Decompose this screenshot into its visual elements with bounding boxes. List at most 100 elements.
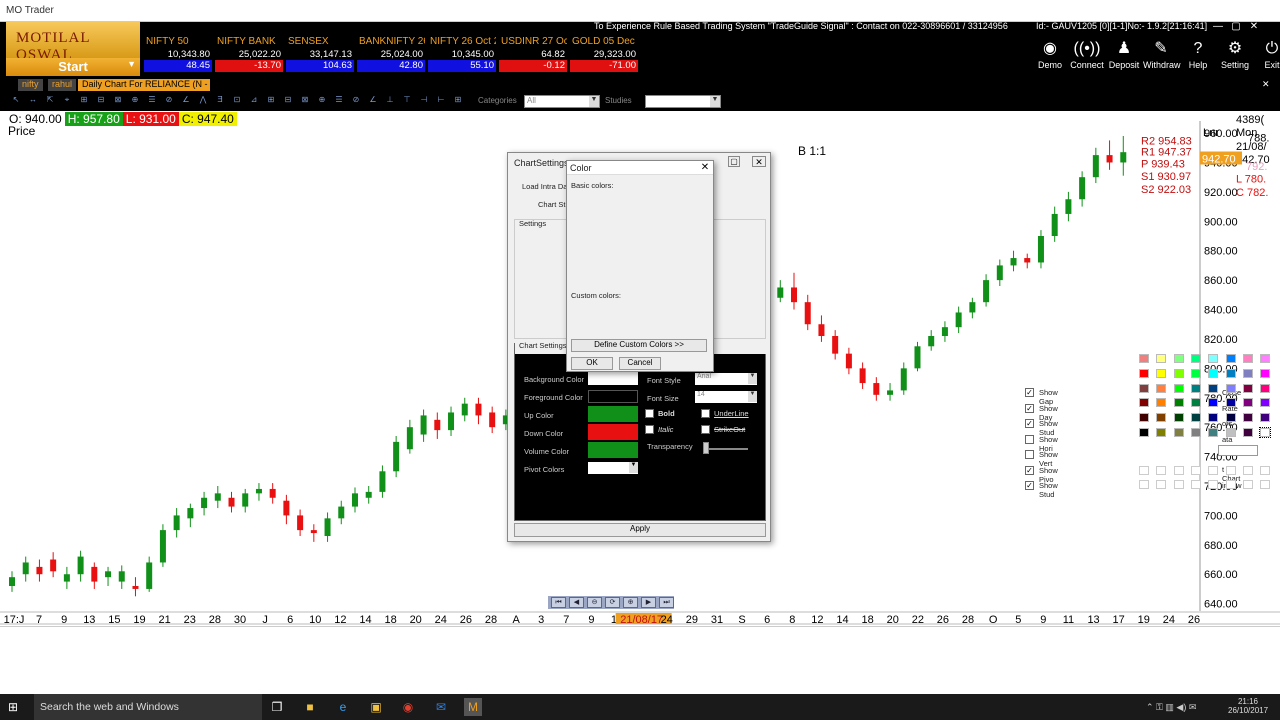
toolbar-tool-icon[interactable]: ☰ bbox=[331, 95, 347, 108]
basic-color-swatch[interactable] bbox=[1208, 368, 1219, 378]
zoom-out-icon[interactable]: ⊖ bbox=[587, 597, 602, 608]
toolbar-tool-icon[interactable]: ⊣ bbox=[416, 95, 432, 108]
custom-color-slot[interactable] bbox=[1225, 466, 1236, 475]
basic-color-swatch[interactable] bbox=[1156, 354, 1167, 363]
chrome-icon[interactable]: ◉ bbox=[399, 698, 417, 716]
next-icon[interactable]: ▶ bbox=[641, 597, 656, 608]
basic-color-swatch[interactable] bbox=[1190, 354, 1201, 363]
basic-color-swatch[interactable] bbox=[1139, 398, 1149, 408]
toolbar-tool-icon[interactable]: ⇱ bbox=[42, 95, 58, 108]
toolbar-tool-icon[interactable]: ⌖ bbox=[59, 95, 75, 108]
basic-color-swatch[interactable] bbox=[1190, 413, 1201, 423]
toolbar-tool-icon[interactable]: ⊞ bbox=[450, 95, 466, 108]
task-view-icon[interactable]: ❒ bbox=[268, 698, 286, 716]
categories-select[interactable]: All ▼ bbox=[524, 95, 600, 108]
tray-icons[interactable]: ⌃ ⚿ ▥ ◀) ✉ bbox=[1146, 702, 1196, 713]
basic-color-swatch[interactable] bbox=[1260, 368, 1271, 378]
toolbar-tool-icon[interactable]: Ǝ bbox=[212, 95, 228, 108]
custom-color-slot[interactable] bbox=[1225, 480, 1236, 489]
ticker-5[interactable]: USDINR 27 Oct 64.82 -0.12 bbox=[499, 36, 567, 74]
custom-color-slot[interactable] bbox=[1156, 480, 1167, 489]
withdraw-button[interactable]: ✎ Withdraw bbox=[1143, 40, 1181, 76]
ticker-6[interactable]: GOLD 05 Dec 2 29,323.00 -71.00 bbox=[570, 36, 638, 74]
basic-color-swatch[interactable] bbox=[1173, 383, 1184, 393]
basic-color-swatch[interactable] bbox=[1208, 398, 1219, 408]
font-style-select[interactable]: Arial ▼ bbox=[695, 373, 757, 385]
basic-color-swatch[interactable] bbox=[1190, 368, 1201, 378]
basic-color-swatch[interactable] bbox=[1156, 368, 1167, 378]
up-color-swatch[interactable] bbox=[588, 406, 638, 422]
custom-color-slot[interactable] bbox=[1260, 466, 1271, 475]
custom-color-slot[interactable] bbox=[1242, 466, 1253, 475]
exit-button[interactable]: ⏻ Exit bbox=[1254, 40, 1280, 76]
tab-rahul[interactable]: rahul bbox=[48, 79, 77, 91]
show-option-checkbox[interactable] bbox=[1025, 450, 1034, 459]
toolbar-tool-icon[interactable]: ⊞ bbox=[263, 95, 279, 108]
first-icon[interactable]: ⏮ bbox=[551, 597, 566, 608]
basic-color-swatch[interactable] bbox=[1242, 428, 1253, 437]
toolbar-tool-icon[interactable]: ⊟ bbox=[93, 95, 109, 108]
tab-daily-chart-reliance[interactable]: Daily Chart For RELIANCE (N - 2... bbox=[78, 79, 210, 91]
basic-color-swatch[interactable] bbox=[1173, 398, 1184, 408]
show-option-checkbox[interactable]: ✓ bbox=[1025, 388, 1034, 397]
close-color-dialog-icon[interactable]: ✕ bbox=[699, 162, 711, 173]
store-icon[interactable]: ▣ bbox=[367, 698, 385, 716]
toolbar-tool-icon[interactable]: ⊡ bbox=[229, 95, 245, 108]
basic-color-swatch[interactable] bbox=[1225, 354, 1236, 363]
windows-start-icon[interactable]: ⊞ bbox=[8, 700, 18, 714]
connect-button[interactable]: ((•)) Connect bbox=[1069, 40, 1105, 76]
close-dialog-icon[interactable]: ✕ bbox=[752, 156, 766, 167]
basic-color-swatch[interactable] bbox=[1156, 428, 1167, 437]
basic-color-swatch[interactable] bbox=[1242, 368, 1253, 378]
ticker-1[interactable]: NIFTY BANK 25,022.20 -13.70 bbox=[215, 36, 283, 74]
deposit-button[interactable]: ♟ Deposit bbox=[1106, 40, 1142, 76]
close-window-icon[interactable]: ✕ bbox=[1246, 21, 1262, 33]
bold-checkbox[interactable] bbox=[645, 409, 654, 418]
toolbar-tool-icon[interactable]: ⊕ bbox=[314, 95, 330, 108]
basic-color-swatch[interactable] bbox=[1173, 354, 1184, 363]
italic-checkbox[interactable] bbox=[645, 425, 654, 434]
toolbar-tool-icon[interactable]: ⊢ bbox=[433, 95, 449, 108]
basic-color-swatch[interactable] bbox=[1139, 368, 1149, 378]
ticker-0[interactable]: NIFTY 50 10,343.80 48.45 bbox=[144, 36, 212, 74]
custom-color-slot[interactable] bbox=[1139, 480, 1149, 489]
define-custom-colors-button[interactable]: Define Custom Colors >> bbox=[571, 339, 707, 352]
basic-color-swatch[interactable] bbox=[1208, 354, 1219, 363]
toolbar-tool-icon[interactable]: ⊞ bbox=[76, 95, 92, 108]
basic-color-swatch[interactable] bbox=[1208, 383, 1219, 393]
basic-color-swatch[interactable] bbox=[1225, 398, 1236, 408]
numeric-stepper[interactable] bbox=[1218, 445, 1258, 456]
toolbar-tool-icon[interactable]: ∠ bbox=[365, 95, 381, 108]
underline-checkbox[interactable] bbox=[701, 409, 710, 418]
basic-color-swatch[interactable] bbox=[1260, 398, 1271, 408]
toolbar-tool-icon[interactable]: ↔ bbox=[25, 95, 41, 108]
toolbar-tool-icon[interactable]: ⊟ bbox=[280, 95, 296, 108]
volume-color-swatch[interactable] bbox=[588, 442, 638, 458]
toolbar-tool-icon[interactable]: ⊥ bbox=[382, 95, 398, 108]
toolbar-tool-icon[interactable]: ⊕ bbox=[127, 95, 143, 108]
toolbar-tool-icon[interactable]: ☰ bbox=[144, 95, 160, 108]
toolbar-tool-icon[interactable]: ⊠ bbox=[297, 95, 313, 108]
basic-color-swatch[interactable] bbox=[1173, 428, 1184, 437]
studies-select[interactable]: ▼ bbox=[645, 95, 721, 108]
toolbar-tool-icon[interactable]: ⊤ bbox=[399, 95, 415, 108]
basic-color-swatch[interactable] bbox=[1208, 413, 1219, 423]
clock[interactable]: 21:16 26/10/2017 bbox=[1228, 697, 1268, 715]
custom-color-slot[interactable] bbox=[1208, 480, 1219, 489]
minimize-icon[interactable]: — bbox=[1210, 21, 1226, 33]
basic-color-swatch[interactable] bbox=[1260, 354, 1271, 363]
apply-button[interactable]: Apply bbox=[514, 523, 766, 537]
custom-color-slot[interactable] bbox=[1173, 466, 1184, 475]
toolbar-tool-icon[interactable]: ⊿ bbox=[246, 95, 262, 108]
basic-color-swatch[interactable] bbox=[1139, 428, 1149, 437]
basic-color-swatch[interactable] bbox=[1259, 427, 1272, 438]
custom-color-slot[interactable] bbox=[1173, 480, 1184, 489]
tab-nifty[interactable]: nifty bbox=[18, 79, 43, 91]
ok-button[interactable]: OK bbox=[571, 357, 613, 370]
background-color-swatch[interactable] bbox=[588, 372, 638, 385]
show-option-checkbox[interactable]: ✓ bbox=[1025, 481, 1034, 490]
custom-color-slot[interactable] bbox=[1260, 480, 1271, 489]
toolbar-tool-icon[interactable]: ⋀ bbox=[195, 95, 211, 108]
last-icon[interactable]: ⏭ bbox=[659, 597, 674, 608]
show-option-checkbox[interactable]: ✓ bbox=[1025, 465, 1034, 475]
